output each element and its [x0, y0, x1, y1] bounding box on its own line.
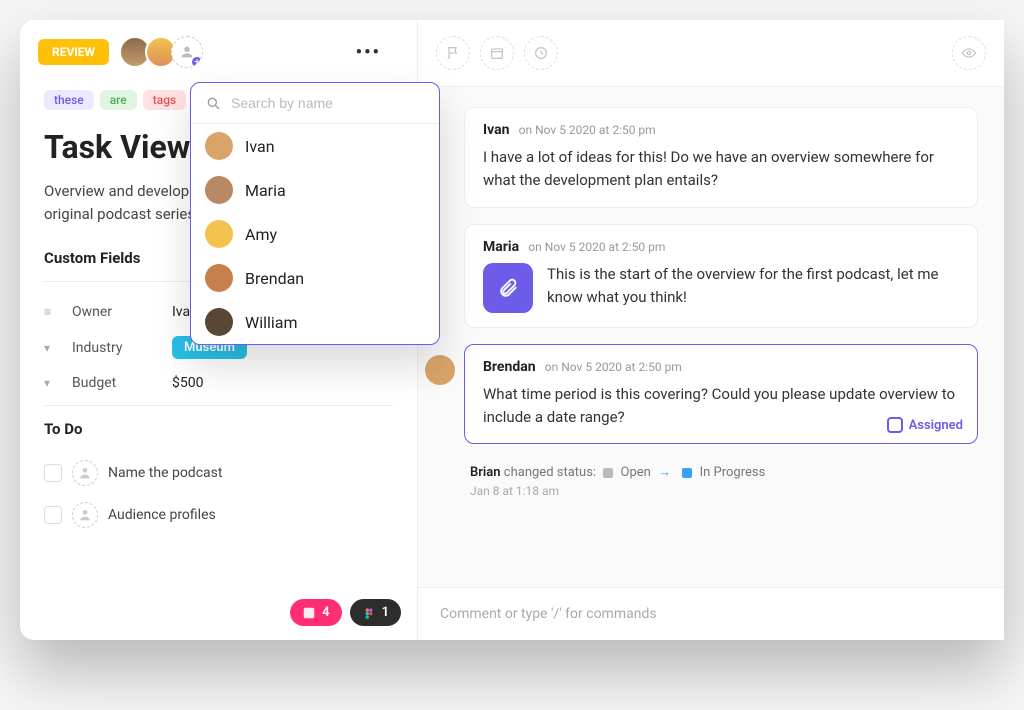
integration-badge-b[interactable]: 1	[350, 599, 401, 626]
attachment-button[interactable]	[483, 263, 533, 313]
todo-item[interactable]: Audience profiles	[44, 494, 393, 536]
activity-status-from: Open	[621, 465, 651, 480]
person-name: Brendan	[245, 269, 304, 288]
tag-item[interactable]: these	[44, 90, 94, 110]
avatar	[205, 264, 233, 292]
comment-item: Ivan on Nov 5 2020 at 2:50 pm I have a l…	[464, 107, 978, 208]
dropdown-person[interactable]: Ivan	[191, 124, 439, 168]
comments-list: Ivan on Nov 5 2020 at 2:50 pm I have a l…	[418, 87, 1004, 587]
right-panel: Ivan on Nov 5 2020 at 2:50 pm I have a l…	[418, 20, 1004, 640]
assign-user-button[interactable]	[72, 460, 98, 486]
status-color-to	[682, 468, 692, 478]
arrow-icon: →	[658, 465, 671, 480]
right-topbar	[418, 20, 1004, 87]
text-field-icon: ≡	[44, 305, 62, 319]
person-name: William	[245, 313, 298, 332]
comment-author: Maria	[483, 239, 519, 255]
activity-status-to: In Progress	[700, 465, 766, 480]
status-badge[interactable]: REVIEW	[38, 39, 109, 65]
people-dropdown: Ivan Maria Amy Brendan William	[190, 82, 440, 345]
badge-count: 4	[322, 605, 329, 620]
comment-body: This is the start of the overview for th…	[547, 263, 959, 310]
dropdown-field-icon: ▾	[44, 376, 62, 390]
paperclip-icon	[497, 277, 519, 299]
cf-label: Budget	[72, 375, 172, 391]
integration-badge-a[interactable]: 4	[290, 599, 341, 626]
assignee-avatars: +	[125, 36, 203, 68]
dropdown-field-icon: ▾	[44, 341, 62, 355]
checkbox-icon	[887, 417, 903, 433]
todo-heading: To Do	[44, 420, 393, 438]
user-icon	[77, 507, 93, 523]
eye-icon	[961, 45, 977, 61]
search-input[interactable]	[231, 95, 425, 111]
assigned-toggle[interactable]: Assigned	[887, 417, 963, 433]
badge-count: 1	[382, 605, 389, 620]
left-topbar: REVIEW + •••	[20, 20, 417, 84]
comment-time: on Nov 5 2020 at 2:50 pm	[528, 240, 665, 254]
comment-item: Maria on Nov 5 2020 at 2:50 pm This is t…	[464, 224, 978, 328]
assign-user-button[interactable]	[72, 502, 98, 528]
dropdown-person[interactable]: Maria	[191, 168, 439, 212]
person-name: Maria	[245, 181, 286, 200]
comment-body: I have a lot of ideas for this! Do we ha…	[483, 146, 959, 193]
person-name: Ivan	[245, 137, 275, 156]
comment-composer[interactable]: Comment or type '/' for commands	[418, 587, 1004, 640]
calendar-icon	[489, 45, 505, 61]
date-button[interactable]	[480, 36, 514, 70]
checkbox[interactable]	[44, 464, 62, 482]
person-name: Amy	[245, 225, 277, 244]
comment-author: Brendan	[483, 359, 536, 375]
assigned-label: Assigned	[909, 418, 963, 433]
task-window: REVIEW + ••• these are tags Task View Ov…	[20, 20, 1004, 640]
dropdown-person[interactable]: Amy	[191, 212, 439, 256]
comment-time: on Nov 5 2020 at 2:50 pm	[519, 123, 656, 137]
avatar	[205, 176, 233, 204]
status-color-from	[603, 468, 613, 478]
left-footer: 4 1	[20, 585, 417, 640]
dropdown-person[interactable]: Brendan	[191, 256, 439, 300]
avatar	[205, 308, 233, 336]
activity-user: Brian	[470, 465, 501, 480]
cf-label: Owner	[72, 304, 172, 320]
watch-button[interactable]	[952, 36, 986, 70]
avatar	[205, 132, 233, 160]
more-menu-button[interactable]: •••	[356, 42, 399, 63]
activity-verb: changed status:	[504, 465, 596, 480]
activity-timestamp: Jan 8 at 1:18 am	[470, 484, 978, 498]
comment-author: Ivan	[483, 122, 509, 138]
composer-placeholder: Comment or type '/' for commands	[440, 606, 657, 622]
comment-time: on Nov 5 2020 at 2:50 pm	[545, 360, 682, 374]
avatar	[205, 220, 233, 248]
custom-field-row: ▾ Budget $500	[44, 367, 393, 399]
user-icon	[77, 465, 93, 481]
dropdown-search	[191, 83, 439, 124]
priority-button[interactable]	[436, 36, 470, 70]
checkbox[interactable]	[44, 506, 62, 524]
todo-label: Audience profiles	[108, 507, 216, 523]
invision-icon	[302, 606, 316, 620]
plus-icon: +	[190, 55, 203, 68]
time-button[interactable]	[524, 36, 558, 70]
comment-avatar	[425, 355, 455, 385]
tag-item[interactable]: are	[100, 90, 137, 110]
cf-label: Industry	[72, 340, 172, 356]
search-icon	[205, 95, 221, 111]
figma-icon	[362, 606, 376, 620]
dropdown-person[interactable]: William	[191, 300, 439, 344]
clock-icon	[533, 45, 549, 61]
tag-item[interactable]: tags	[143, 90, 186, 110]
flag-icon	[445, 45, 461, 61]
todo-item[interactable]: Name the podcast	[44, 452, 393, 494]
cf-value[interactable]: $500	[172, 375, 203, 391]
comment-item-highlighted: Brendan on Nov 5 2020 at 2:50 pm What ti…	[464, 344, 978, 445]
todo-label: Name the podcast	[108, 465, 222, 481]
activity-log-entry: Brian changed status: Open → In Progress…	[464, 460, 978, 498]
divider	[44, 405, 393, 406]
add-assignee-button[interactable]: +	[171, 36, 203, 68]
